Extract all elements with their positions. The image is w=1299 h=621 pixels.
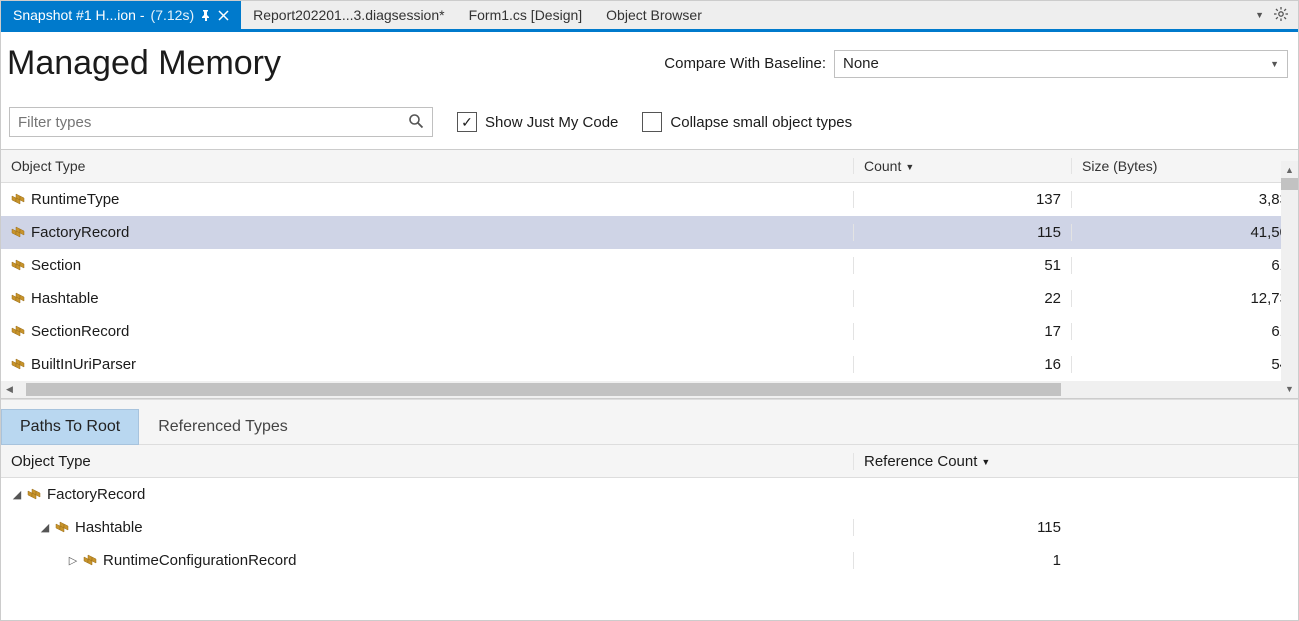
tree-row[interactable]: ◢ Hashtable 115 bbox=[1, 511, 1298, 544]
count-cell: 16 bbox=[853, 356, 1071, 373]
tab-paths-to-root[interactable]: Paths To Root bbox=[1, 409, 139, 445]
count-cell: 137 bbox=[853, 191, 1071, 208]
sort-desc-icon: ▼ bbox=[981, 457, 990, 467]
type-name: RuntimeType bbox=[31, 191, 119, 208]
size-cell: 41,50 bbox=[1071, 224, 1298, 241]
table-row[interactable]: BuiltInUriParser 1654 bbox=[1, 348, 1298, 381]
class-icon bbox=[11, 192, 27, 208]
vertical-scrollbar[interactable]: ▲ ▼ bbox=[1281, 161, 1298, 397]
tab-label: Object Browser bbox=[606, 7, 702, 23]
ref-count-cell: 1 bbox=[853, 552, 1071, 569]
checkbox-icon bbox=[642, 112, 662, 132]
filter-types-box[interactable] bbox=[9, 107, 433, 137]
grid-header: Object Type Reference Count▼ bbox=[1, 445, 1298, 478]
pin-icon[interactable] bbox=[200, 9, 212, 21]
type-name: Hashtable bbox=[75, 519, 143, 536]
sort-desc-icon: ▼ bbox=[905, 162, 914, 172]
collapse-small-types[interactable]: Collapse small object types bbox=[642, 112, 852, 132]
col-size[interactable]: Size (Bytes) bbox=[1071, 158, 1298, 174]
tab-time: (7.12s) bbox=[151, 7, 195, 23]
table-row[interactable]: SectionRecord 1761 bbox=[1, 315, 1298, 348]
page-title: Managed Memory bbox=[7, 44, 281, 83]
table-row[interactable]: Hashtable 2212,73 bbox=[1, 282, 1298, 315]
class-icon bbox=[55, 520, 71, 536]
count-cell: 22 bbox=[853, 290, 1071, 307]
tab-snapshot[interactable]: Snapshot #1 H...ion - (7.12s) bbox=[1, 1, 241, 29]
object-type-grid: Object Type Count▼ Size (Bytes) RuntimeT… bbox=[1, 149, 1298, 399]
class-icon bbox=[11, 357, 27, 373]
chevron-down-icon: ▼ bbox=[1270, 59, 1279, 69]
size-cell: 61 bbox=[1071, 257, 1298, 274]
checkbox-label: Collapse small object types bbox=[670, 114, 852, 131]
tab-overflow-icon[interactable]: ▼ bbox=[1255, 10, 1264, 20]
horizontal-scrollbar[interactable]: ◀ ▶ bbox=[1, 381, 1298, 398]
search-icon[interactable] bbox=[408, 113, 424, 132]
col-object-type[interactable]: Object Type bbox=[1, 453, 853, 470]
close-icon[interactable] bbox=[218, 10, 229, 21]
grid-header: Object Type Count▼ Size (Bytes) bbox=[1, 150, 1298, 183]
count-cell: 115 bbox=[853, 224, 1071, 241]
col-count[interactable]: Count▼ bbox=[853, 158, 1071, 174]
gear-icon[interactable] bbox=[1274, 7, 1288, 24]
tree-toggle-icon[interactable]: ◢ bbox=[39, 521, 51, 534]
compare-label: Compare With Baseline: bbox=[664, 55, 826, 72]
tree-row[interactable]: ◢ FactoryRecord bbox=[1, 478, 1298, 511]
size-cell: 3,83 bbox=[1071, 191, 1298, 208]
size-cell: 61 bbox=[1071, 323, 1298, 340]
class-icon bbox=[27, 487, 43, 503]
tab-label: Report202201...3.diagsession* bbox=[253, 7, 444, 23]
tab-referenced-types[interactable]: Referenced Types bbox=[139, 409, 307, 445]
show-just-my-code[interactable]: ✓ Show Just My Code bbox=[457, 112, 618, 132]
table-row[interactable]: Section 5161 bbox=[1, 249, 1298, 282]
detail-tabs: Paths To Root Referenced Types bbox=[1, 399, 1298, 445]
table-row[interactable]: FactoryRecord 11541,50 bbox=[1, 216, 1298, 249]
size-cell: 12,73 bbox=[1071, 290, 1298, 307]
type-name: FactoryRecord bbox=[31, 224, 129, 241]
tree-toggle-icon[interactable]: ▷ bbox=[67, 554, 79, 567]
type-name: Section bbox=[31, 257, 81, 274]
checkbox-icon: ✓ bbox=[457, 112, 477, 132]
col-reference-count[interactable]: Reference Count▼ bbox=[853, 453, 1071, 470]
size-cell: 54 bbox=[1071, 356, 1298, 373]
tab-label: Snapshot #1 H...ion - bbox=[13, 7, 145, 23]
ref-count-cell: 115 bbox=[853, 519, 1071, 536]
document-tabs: Snapshot #1 H...ion - (7.12s) Report2022… bbox=[1, 1, 1298, 32]
table-row[interactable]: RuntimeType 1373,83 bbox=[1, 183, 1298, 216]
checkbox-label: Show Just My Code bbox=[485, 114, 618, 131]
class-icon bbox=[11, 291, 27, 307]
tab-label: Form1.cs [Design] bbox=[469, 7, 583, 23]
count-cell: 51 bbox=[853, 257, 1071, 274]
count-cell: 17 bbox=[853, 323, 1071, 340]
tab-form-designer[interactable]: Form1.cs [Design] bbox=[457, 1, 595, 29]
type-name: FactoryRecord bbox=[47, 486, 145, 503]
type-name: SectionRecord bbox=[31, 323, 129, 340]
class-icon bbox=[11, 324, 27, 340]
tab-object-browser[interactable]: Object Browser bbox=[594, 1, 714, 29]
type-name: RuntimeConfigurationRecord bbox=[103, 552, 296, 569]
class-icon bbox=[11, 258, 27, 274]
baseline-select[interactable]: None ▼ bbox=[834, 50, 1288, 78]
tree-toggle-icon[interactable]: ◢ bbox=[11, 488, 23, 501]
type-name: BuiltInUriParser bbox=[31, 356, 136, 373]
class-icon bbox=[11, 225, 27, 241]
type-name: Hashtable bbox=[31, 290, 99, 307]
filter-input[interactable] bbox=[18, 114, 408, 131]
tab-report[interactable]: Report202201...3.diagsession* bbox=[241, 1, 456, 29]
paths-to-root-grid: Object Type Reference Count▼ ◢ FactoryRec… bbox=[1, 445, 1298, 577]
class-icon bbox=[83, 553, 99, 569]
col-object-type[interactable]: Object Type bbox=[1, 158, 853, 174]
tree-row[interactable]: ▷ RuntimeConfigurationRecord 1 bbox=[1, 544, 1298, 577]
baseline-value: None bbox=[843, 55, 879, 72]
